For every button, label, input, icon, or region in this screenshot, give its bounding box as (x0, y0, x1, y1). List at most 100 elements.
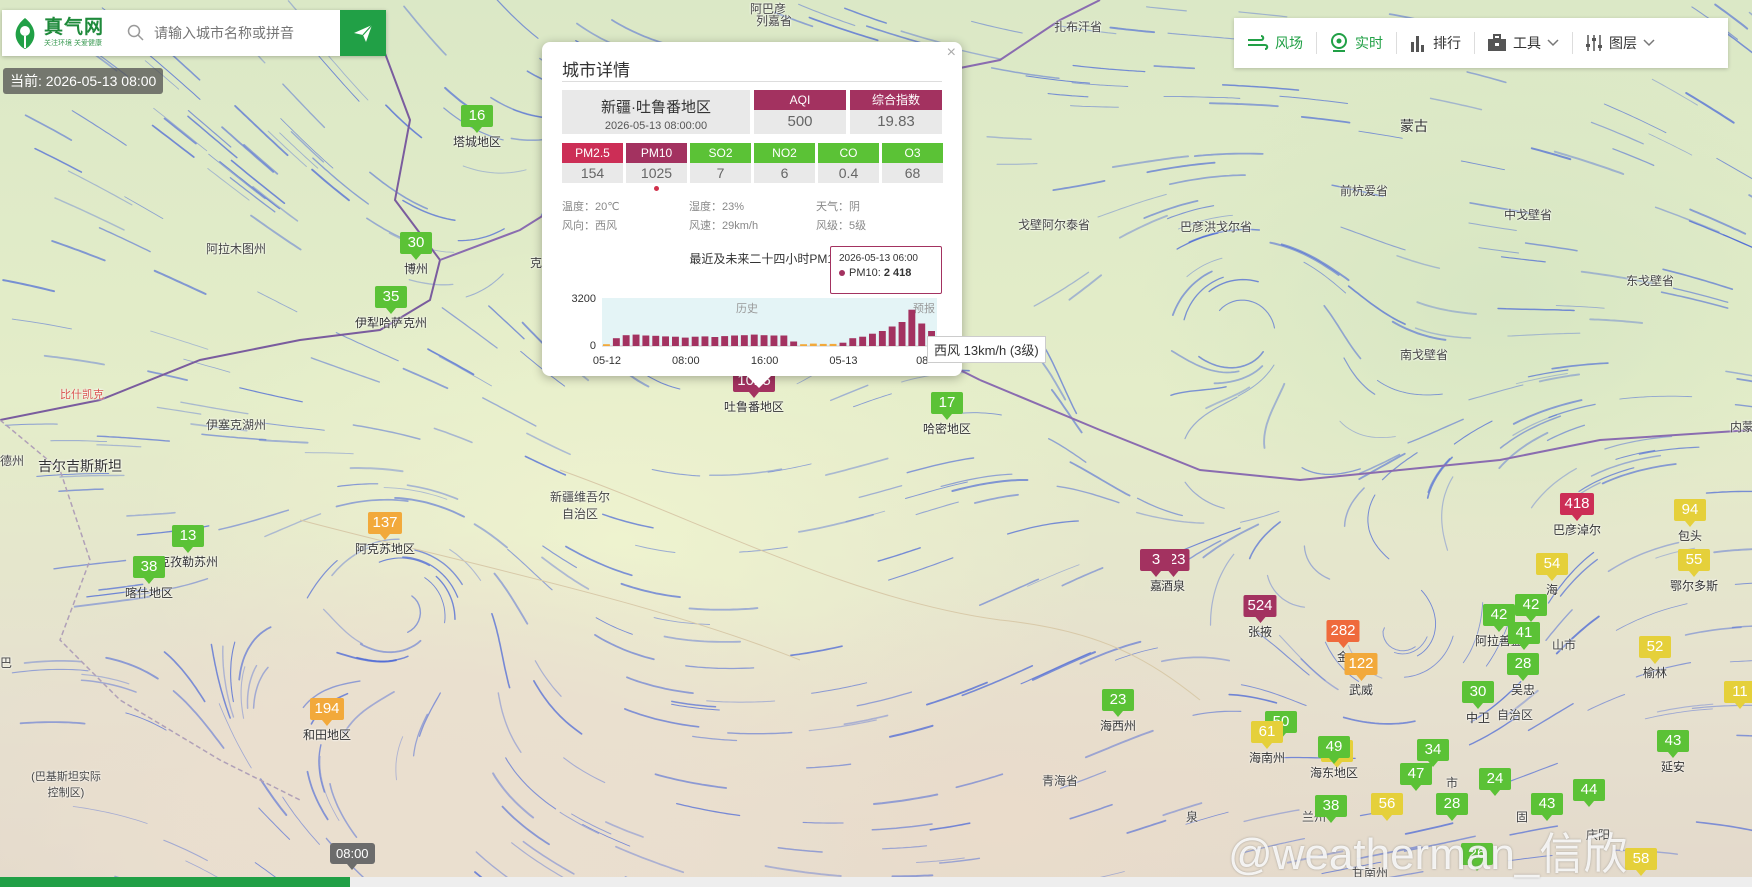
aqi-marker[interactable]: 524 张掖 (1243, 595, 1277, 640)
aqi-marker-value[interactable]: 282 (1326, 620, 1360, 648)
pollutant-cell[interactable]: PM10 1025 (626, 143, 687, 191)
aqi-marker-value[interactable]: 47 (1400, 763, 1432, 791)
aqi-marker[interactable]: 61 海南州 (1249, 721, 1285, 766)
pollutant-name: NO2 (754, 143, 815, 163)
aqi-marker[interactable]: 30 博州 (400, 232, 432, 277)
aqi-marker-value[interactable]: 122 (1344, 653, 1378, 681)
aqi-marker-value[interactable]: 52 (1639, 636, 1671, 664)
pollutant-name: PM2.5 (562, 143, 623, 163)
aqi-marker-value[interactable]: 61 (1250, 721, 1283, 749)
aqi-marker-value[interactable]: 38 (1315, 795, 1347, 823)
aqi-marker[interactable]: 137 阿克苏地区 (355, 512, 415, 557)
toolbar-layers-button[interactable]: 图层 (1572, 18, 1668, 68)
aqi-marker[interactable]: 44 (1573, 779, 1605, 807)
pollutant-value: 7 (690, 163, 751, 183)
aqi-marker[interactable]: 43 (1531, 793, 1563, 821)
aqi-marker[interactable]: 47 (1400, 763, 1432, 791)
logo-icon (15, 18, 35, 49)
aqi-marker-value[interactable]: 28 (1436, 793, 1468, 821)
aqi-marker[interactable]: 194 和田地区 (303, 698, 351, 743)
search-input[interactable] (152, 12, 340, 54)
aqi-marker-value[interactable]: 56 (1371, 793, 1403, 821)
toolbar-ranking-button[interactable]: 排行 (1396, 18, 1474, 68)
aqi-marker-value[interactable]: 17 (930, 392, 963, 420)
aqi-marker-value[interactable]: 49 (1317, 736, 1350, 764)
aqi-marker-value[interactable]: 35 (374, 286, 407, 314)
pollutant-cell[interactable]: NO2 6 (754, 143, 815, 183)
aqi-marker-value[interactable]: 11 (1724, 681, 1752, 709)
aqi-marker-value[interactable]: 55 (1677, 549, 1710, 577)
aqi-marker[interactable]: 30 中卫 (1462, 681, 1494, 726)
pollutant-cell[interactable]: SO2 7 (690, 143, 751, 183)
weather-wind-level: 风级：5级 (816, 220, 867, 232)
aqi-marker[interactable]: 28 (1436, 793, 1468, 821)
aqi-marker-value[interactable]: 24 (1479, 768, 1511, 796)
aqi-marker-value[interactable]: 54 (1536, 553, 1568, 581)
aqi-marker-value[interactable]: 34 (1417, 739, 1449, 767)
aqi-marker-value[interactable]: 3 (1140, 549, 1172, 577)
aqi-marker[interactable]: 17 哈密地区 (923, 392, 971, 437)
aqi-marker-city: 延安 (1660, 760, 1685, 774)
aqi-marker-value[interactable]: 58 (1625, 848, 1657, 876)
aqi-marker[interactable]: 38 (1315, 795, 1347, 823)
aqi-marker[interactable]: 38 喀什地区 (125, 556, 173, 601)
place-label: 东戈壁省 (1626, 274, 1675, 288)
chart-tooltip: 2026-05-13 06:00 PM10: 2 418 (830, 246, 942, 294)
aqi-marker-value[interactable]: 41 (1508, 622, 1540, 650)
timeline-progress (0, 877, 351, 887)
pollutant-cell[interactable]: PM2.5 154 (562, 143, 623, 183)
aqi-marker-value[interactable]: 94 (1674, 499, 1706, 527)
toolbar-realtime-button[interactable]: 实时 (1316, 18, 1396, 68)
place-label: 吉尔吉斯斯坦 (38, 458, 122, 474)
aqi-marker[interactable]: 55 鄂尔多斯 (1670, 549, 1718, 594)
pollutant-name: PM10 (626, 143, 687, 163)
aqi-marker-value[interactable]: 42 (1515, 594, 1547, 622)
aqi-marker[interactable]: 28 吴忠 (1507, 653, 1539, 698)
aqi-marker[interactable]: 24 (1479, 768, 1511, 796)
aqi-marker[interactable]: 41 (1508, 622, 1540, 650)
toolbar-wind-button[interactable]: 风场 (1234, 18, 1316, 68)
aqi-marker-value[interactable]: 16 (460, 105, 493, 133)
aqi-marker[interactable]: 418 巴彦淖尔 (1553, 493, 1601, 538)
aqi-marker[interactable]: 34 (1417, 739, 1449, 767)
aqi-marker-value[interactable]: 43 (1531, 793, 1563, 821)
aqi-marker-value[interactable]: 137 (368, 512, 402, 540)
aqi-marker[interactable]: 122 武威 (1344, 653, 1378, 698)
aqi-marker-value[interactable]: 13 (171, 525, 204, 553)
aqi-marker[interactable]: 58 (1625, 848, 1657, 876)
aqi-marker[interactable]: 3嘉 (1140, 549, 1172, 594)
aqi-marker-value[interactable]: 418 (1560, 493, 1594, 521)
aqi-marker-value[interactable]: 30 (400, 232, 432, 260)
aqi-marker[interactable]: 54 海 (1536, 553, 1568, 598)
search-submit-button[interactable] (340, 10, 386, 56)
aqi-marker-city: 和田地区 (302, 728, 352, 742)
aqi-marker-city: 巴彦淖尔 (1552, 523, 1602, 537)
aqi-marker-value[interactable]: 38 (132, 556, 165, 584)
weather-humidity: 湿度：23% (689, 201, 745, 213)
aqi-marker-value[interactable]: 30 (1462, 681, 1494, 709)
aqi-marker[interactable]: 23 海西州 (1100, 689, 1136, 734)
aqi-marker-value[interactable]: 524 (1243, 595, 1277, 623)
aqi-marker-value[interactable]: 23 (1101, 689, 1134, 717)
logo[interactable]: 真气网 关注环境 关爱健康 (2, 16, 120, 50)
aqi-marker[interactable]: 42 (1515, 594, 1547, 622)
timeline-handle[interactable]: 08:00 (330, 843, 375, 870)
aqi-marker-value[interactable]: 194 (310, 698, 344, 726)
toolbar-tools-button[interactable]: 工具 (1474, 18, 1572, 68)
pollutant-cell[interactable]: O3 68 (882, 143, 943, 183)
aqi-marker[interactable]: 43 延安 (1657, 730, 1689, 775)
chart-bar (603, 344, 610, 346)
aqi-marker[interactable]: 16 塔城地区 (453, 105, 501, 150)
aqi-marker[interactable]: 52 榆林 (1639, 636, 1671, 681)
popup-close-button[interactable]: × (947, 44, 956, 62)
aqi-marker-value[interactable]: 28 (1507, 653, 1539, 681)
aqi-marker[interactable]: 35 伊犁哈萨克州 (355, 286, 427, 331)
pollutant-cell[interactable]: CO 0.4 (818, 143, 879, 183)
aqi-marker[interactable]: 56 (1371, 793, 1403, 821)
aqi-marker-value[interactable]: 44 (1573, 779, 1605, 807)
place-label: 南戈壁省 (1400, 348, 1449, 362)
aqi-marker[interactable]: 94 包头 (1674, 499, 1706, 544)
aqi-marker[interactable]: 49 海东地区 (1310, 736, 1358, 781)
aqi-marker-value[interactable]: 43 (1657, 730, 1689, 758)
aqi-marker[interactable]: 11 (1724, 681, 1752, 709)
